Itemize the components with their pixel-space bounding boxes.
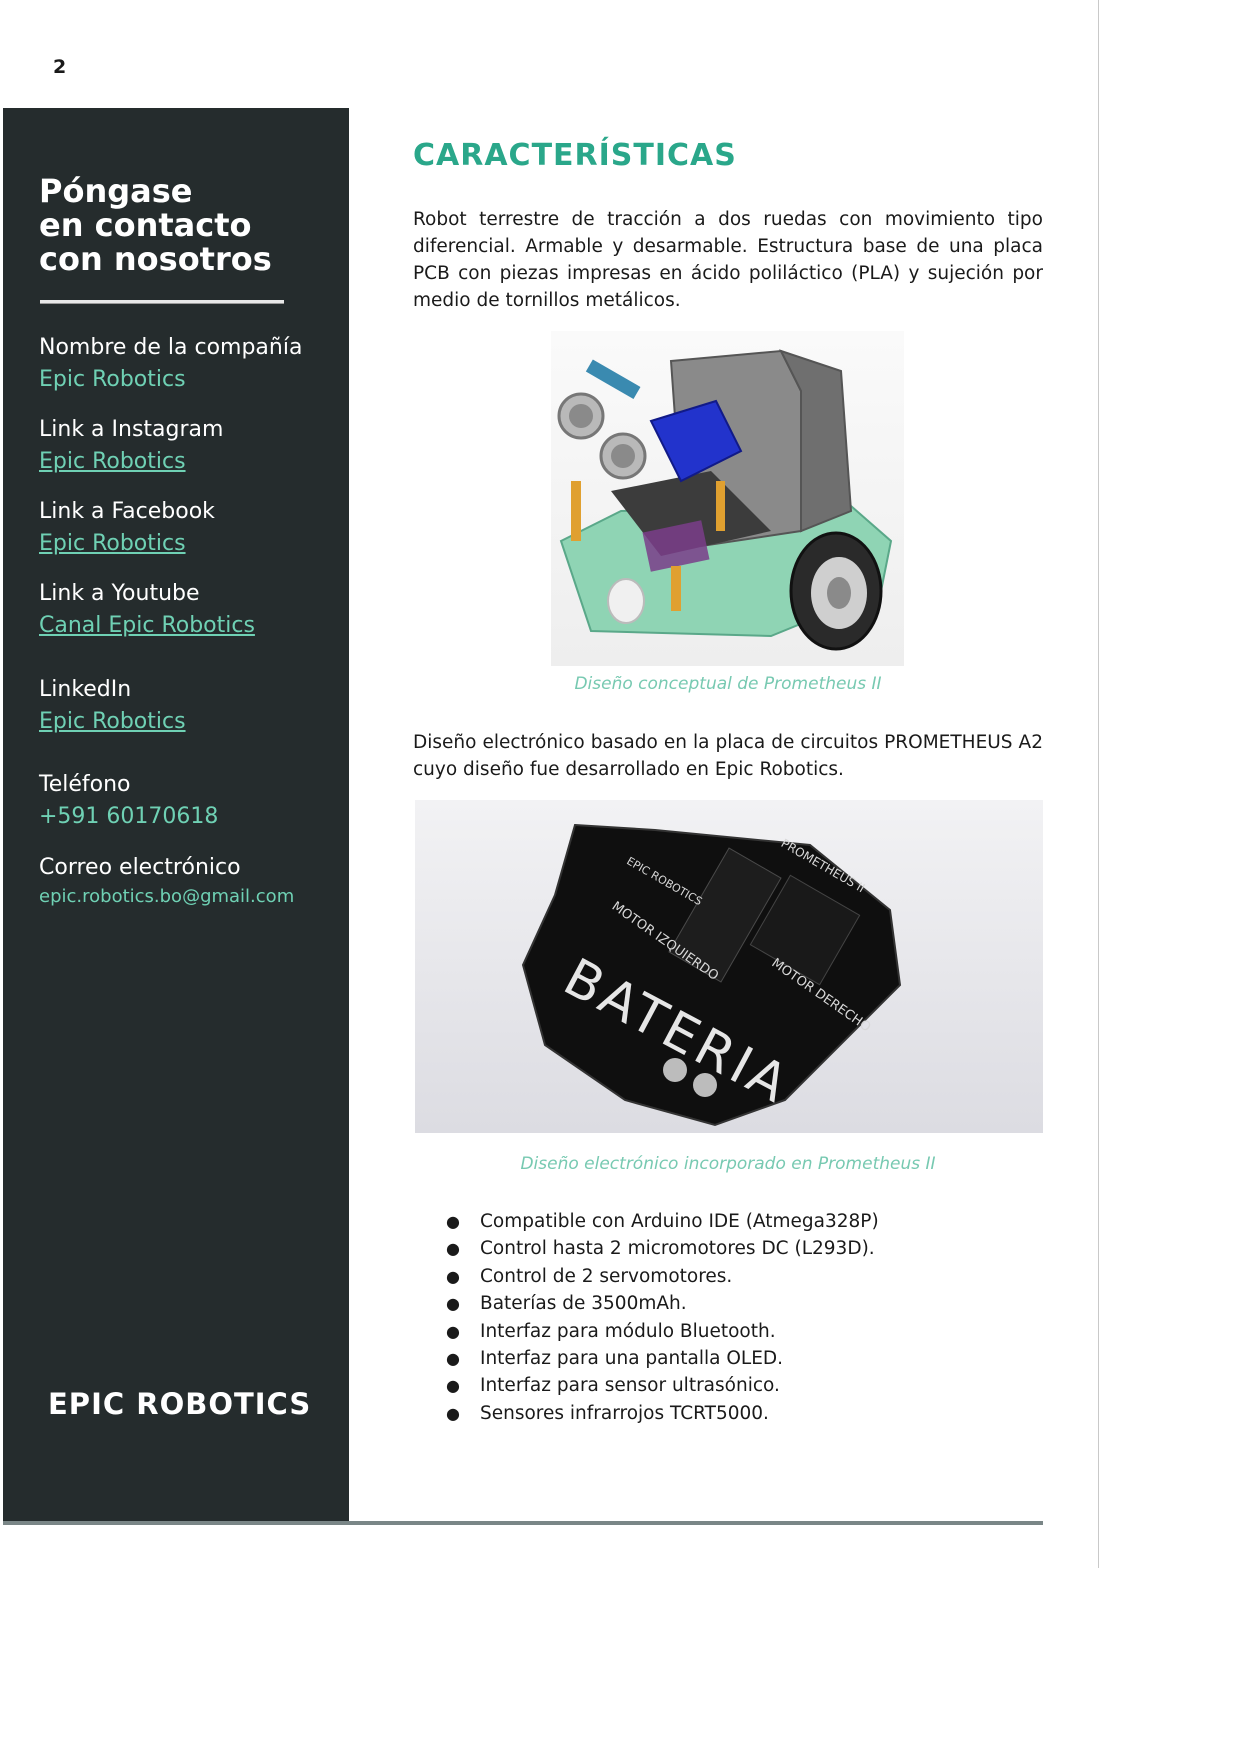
pcb-illustration: BATERIA MOTOR IZQUIERDO MOTOR DERECHO PR… xyxy=(415,800,1043,1133)
brand-name: EPIC ROBOTICS xyxy=(48,1387,312,1421)
feature-text: Interfaz para sensor ultrasónico. xyxy=(480,1375,780,1397)
figure-caption-pcb: Diseño electrónico incorporado en Promet… xyxy=(520,1154,936,1174)
contact-label: Link a Instagram xyxy=(39,417,224,442)
bullet-icon: ● xyxy=(446,1239,460,1259)
contact-company: Nombre de la compañía Epic Robotics xyxy=(39,332,339,396)
robot-illustration xyxy=(551,331,904,666)
bullet-icon: ● xyxy=(446,1321,460,1341)
linkedin-link[interactable]: Epic Robotics xyxy=(39,706,339,738)
youtube-link[interactable]: Canal Epic Robotics xyxy=(39,610,339,642)
contact-label: Link a Youtube xyxy=(39,581,200,606)
footer-divider xyxy=(3,1521,1043,1525)
feature-item: ● Baterías de 3500mAh. xyxy=(446,1290,1046,1317)
email-address: epic.robotics.bo@gmail.com xyxy=(39,886,295,907)
contact-label: LinkedIn xyxy=(39,677,132,702)
feature-text: Interfaz para una pantalla OLED. xyxy=(480,1348,784,1370)
bullet-icon: ● xyxy=(446,1349,460,1369)
section-title: CARACTERÍSTICAS xyxy=(413,138,737,173)
contact-instagram: Link a Instagram Epic Robotics xyxy=(39,414,339,478)
bullet-icon: ● xyxy=(446,1294,460,1314)
contact-facebook: Link a Facebook Epic Robotics xyxy=(39,496,339,560)
feature-item: ● Interfaz para una pantalla OLED. xyxy=(446,1345,1046,1372)
contact-label: Teléfono xyxy=(39,772,131,797)
page-edge-line xyxy=(1098,0,1099,1568)
electronics-paragraph: Diseño electrónico basado en la placa de… xyxy=(413,732,1043,780)
feature-item: ● Interfaz para módulo Bluetooth. xyxy=(446,1318,1046,1345)
feature-item: ● Compatible con Arduino IDE (Atmega328P) xyxy=(446,1208,1046,1235)
feature-text: Control de 2 servomotores. xyxy=(480,1265,733,1287)
contact-value: Epic Robotics xyxy=(39,367,186,392)
features-list: ● Compatible con Arduino IDE (Atmega328P)… xyxy=(446,1208,1046,1427)
sidebar-divider xyxy=(40,300,284,304)
figure-caption-robot: Diseño conceptual de Prometheus II xyxy=(574,674,882,694)
contact-youtube: Link a Youtube Canal Epic Robotics xyxy=(39,578,339,642)
intro-paragraph: Robot terrestre de tracción a dos ruedas… xyxy=(413,209,1043,311)
feature-item: ● Control de 2 servomotores. xyxy=(446,1263,1046,1290)
contact-label: Link a Facebook xyxy=(39,499,215,524)
contact-linkedin: LinkedIn Epic Robotics xyxy=(39,674,339,738)
feature-text: Control hasta 2 micromotores DC (L293D). xyxy=(480,1238,875,1260)
feature-text: Interfaz para módulo Bluetooth. xyxy=(480,1320,776,1342)
contact-sidebar: Póngase en contacto con nosotros Nombre … xyxy=(3,108,349,1521)
bullet-icon: ● xyxy=(446,1376,460,1396)
feature-item: ● Control hasta 2 micromotores DC (L293D)… xyxy=(446,1235,1046,1262)
feature-item: ● Sensores infrarrojos TCRT5000. xyxy=(446,1400,1046,1427)
sidebar-title: Póngase en contacto con nosotros xyxy=(39,172,272,278)
feature-text: Sensores infrarrojos TCRT5000. xyxy=(480,1402,769,1424)
contact-email: Correo electrónico epic.robotics.bo@gmai… xyxy=(39,852,339,910)
contact-phone: Teléfono +591 60170618 xyxy=(39,769,339,833)
feature-item: ● Interfaz para sensor ultrasónico. xyxy=(446,1372,1046,1399)
phone-number: +591 60170618 xyxy=(39,804,219,829)
contact-label: Nombre de la compañía xyxy=(39,335,303,360)
pcb-render-image: BATERIA MOTOR IZQUIERDO MOTOR DERECHO PR… xyxy=(415,800,1043,1133)
contact-label: Correo electrónico xyxy=(39,855,241,880)
page-number: 2 xyxy=(53,56,67,78)
instagram-link[interactable]: Epic Robotics xyxy=(39,446,339,478)
feature-text: Baterías de 3500mAh. xyxy=(480,1293,687,1315)
bullet-icon: ● xyxy=(446,1403,460,1423)
feature-text: Compatible con Arduino IDE (Atmega328P) xyxy=(480,1211,879,1232)
bullet-icon: ● xyxy=(446,1212,460,1231)
robot-render-image xyxy=(551,331,904,666)
facebook-link[interactable]: Epic Robotics xyxy=(39,528,339,560)
bullet-icon: ● xyxy=(446,1266,460,1286)
